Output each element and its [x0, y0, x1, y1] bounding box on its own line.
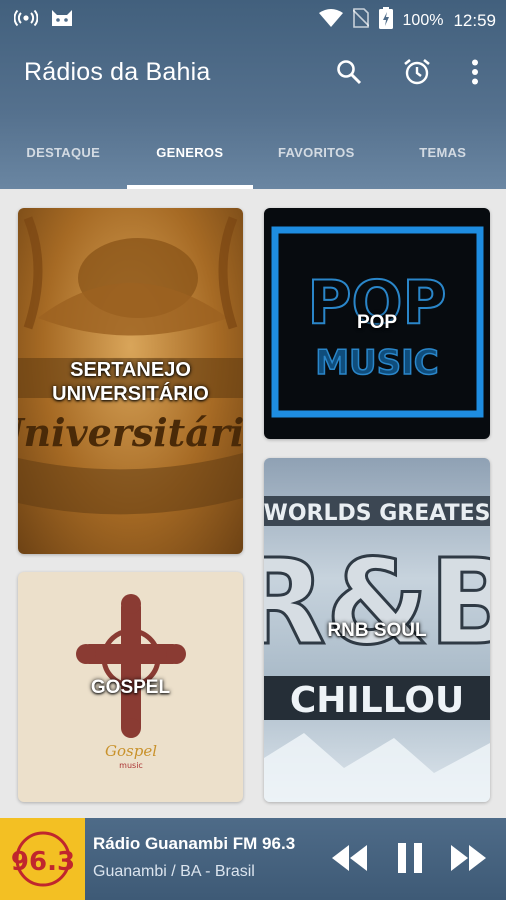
status-bar: 100% 12:59 — [0, 0, 506, 36]
rnb-artwork-text-bottom: CHILLOU — [290, 680, 464, 721]
now-playing-bar[interactable]: 96.3 Rádio Guanambi FM 96.3 Guanambi / B… — [0, 818, 506, 900]
gospel-artwork-text-top: Gospel — [105, 742, 157, 760]
tab-generos[interactable]: GENEROS — [126, 116, 254, 189]
station-logo-text: 96.3 — [11, 847, 75, 877]
gospel-artwork-text-bottom: music — [119, 761, 143, 770]
app-bar: 100% 12:59 Rádios da Bahia DESTAQUE GENE… — [0, 0, 506, 189]
alarm-button[interactable] — [399, 56, 435, 92]
wifi-icon — [318, 9, 343, 32]
tab-temas[interactable]: TEMAS — [380, 116, 506, 189]
android-cat-icon — [50, 8, 74, 33]
rewind-icon — [332, 844, 368, 876]
sertanejo-artwork-text: Universitário — [18, 410, 243, 455]
app-title: Rádios da Bahia — [24, 58, 211, 86]
genre-label-pop: POP — [356, 312, 398, 333]
overflow-menu-button[interactable] — [457, 56, 493, 92]
station-name: Rádio Guanambi FM 96.3 — [93, 834, 296, 853]
station-location: Guanambi / BA - Brasil — [93, 863, 255, 880]
pause-button[interactable] — [390, 840, 430, 880]
genre-label-rnb-soul: RNB SOUL — [327, 620, 427, 641]
battery-charging-icon — [378, 7, 393, 34]
genre-card-pop[interactable]: POP MUSIC POP — [264, 208, 490, 439]
tab-destaque[interactable]: DESTAQUE — [0, 116, 127, 189]
rnb-artwork-text-mid: R&B — [264, 533, 490, 671]
search-icon — [336, 59, 362, 90]
alarm-clock-icon — [403, 58, 431, 91]
fast-forward-icon — [450, 844, 486, 876]
battery-percent: 100% — [402, 11, 444, 29]
clock: 12:59 — [453, 10, 496, 30]
genre-label-sertanejo: SERTANEJO UNIVERSITÁRIO — [52, 359, 209, 405]
genre-card-gospel[interactable]: Gospel music GOSPEL — [18, 572, 243, 802]
pop-artwork-text-bottom: MUSIC — [315, 343, 439, 383]
no-sim-icon — [351, 8, 370, 33]
tab-favoritos[interactable]: FAVORITOS — [253, 116, 380, 189]
fast-forward-button[interactable] — [448, 840, 488, 880]
search-button[interactable] — [331, 56, 367, 92]
more-vert-icon — [471, 59, 479, 90]
rnb-artwork-text-top: WORLDS GREATES — [264, 501, 490, 526]
broadcast-icon — [13, 9, 39, 32]
toolbar: Rádios da Bahia — [0, 36, 506, 116]
station-logo: 96.3 — [0, 818, 85, 900]
genre-card-rnb-soul[interactable]: WORLDS GREATES R&B CHILLOU RNB SOUL — [264, 458, 490, 802]
genre-label-gospel: GOSPEL — [90, 677, 171, 698]
tab-bar: DESTAQUE GENEROS FAVORITOS TEMAS — [0, 116, 506, 189]
genre-card-sertanejo[interactable]: Universitário SERTANEJO UNIVERSITÁRIO — [18, 208, 243, 554]
rewind-button[interactable] — [330, 840, 370, 880]
pause-icon — [397, 842, 423, 878]
